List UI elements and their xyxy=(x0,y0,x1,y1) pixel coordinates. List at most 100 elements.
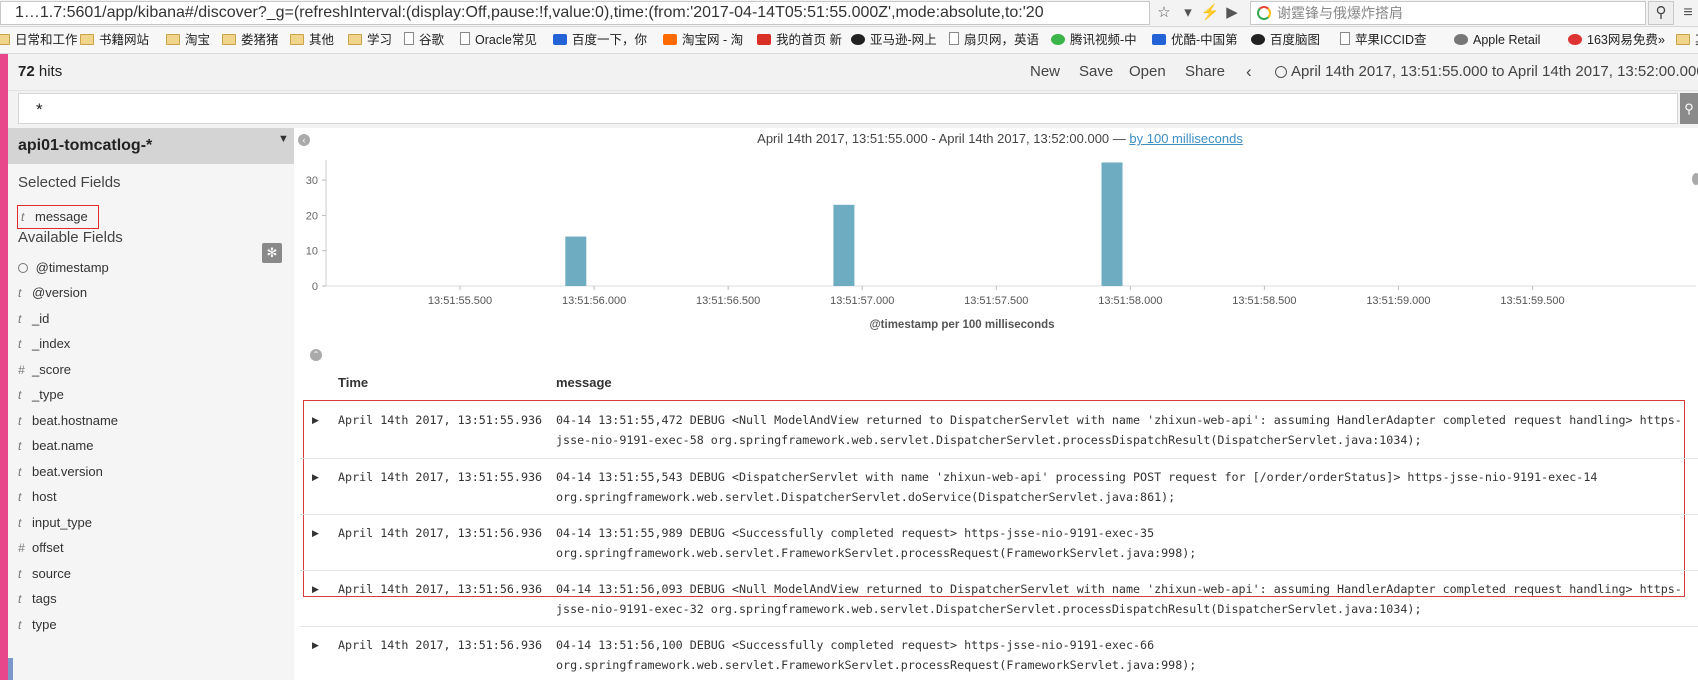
table-row[interactable]: ▶ April 14th 2017, 13:51:56.936 04-14 13:5… xyxy=(300,514,1698,571)
caret-down-icon[interactable]: ▼ xyxy=(278,129,289,149)
field-item[interactable]: t beat.version xyxy=(18,462,103,482)
bookmark-item[interactable]: 其他 xyxy=(290,27,334,53)
expand-row-icon[interactable]: ▶ xyxy=(312,582,319,596)
more-bookmarks-icon[interactable]: » xyxy=(1658,27,1665,53)
bookmark-item[interactable]: 苹果ICCID查 xyxy=(1340,27,1427,53)
sidebar-scrollbar[interactable] xyxy=(8,658,13,680)
bookmark-item[interactable]: 百度一下，你 xyxy=(553,27,647,53)
selected-field-message[interactable]: t message xyxy=(21,207,88,227)
bookmark-item[interactable]: 我的首页 新 xyxy=(757,27,842,53)
bookmark-item[interactable]: 163网易免费 xyxy=(1568,27,1658,53)
collapse-chart-icon[interactable]: ⌃ xyxy=(310,349,322,361)
row-message: 04-14 13:51:56,100 DEBUG <Successfully c… xyxy=(556,635,1686,675)
x-tick-label: 13:51:59.000 xyxy=(1366,295,1430,307)
field-item[interactable]: t @version xyxy=(18,283,87,303)
selected-fields-heading: Selected Fields xyxy=(18,174,121,191)
row-message-line: 04-14 13:51:55,543 DEBUG <DispatcherServ… xyxy=(556,470,1598,484)
field-item[interactable]: t input_type xyxy=(18,513,92,533)
field-item[interactable]: t type xyxy=(18,615,57,635)
histogram-bar xyxy=(565,236,587,286)
y-tick-label: 0 xyxy=(312,281,318,293)
time-picker[interactable]: April 14th 2017, 13:51:55.000 to April 1… xyxy=(1272,57,1698,87)
page-icon xyxy=(1340,32,1350,45)
string-type-icon: t xyxy=(18,337,22,351)
field-item[interactable]: @timestamp xyxy=(18,258,109,278)
gear-icon[interactable]: ✻ xyxy=(262,243,282,263)
row-time: April 14th 2017, 13:51:55.936 xyxy=(338,470,543,484)
row-message-line: 04-14 13:51:55,989 DEBUG <Successfully c… xyxy=(556,526,1155,540)
bookmark-item[interactable]: 淘宝网 - 淘 xyxy=(663,27,743,53)
chevron-left-icon[interactable]: ‹ xyxy=(1246,57,1252,87)
bookmark-item[interactable]: 谷歌 xyxy=(404,27,444,53)
field-item[interactable]: # _score xyxy=(18,360,71,380)
play-icon[interactable]: ▶ xyxy=(1220,2,1244,24)
row-time: April 14th 2017, 13:51:56.936 xyxy=(338,582,543,596)
bookmarks-bar: 日常和工作 书籍网站 淘宝 娄猪猪 其他 学习 谷歌 Oracle常见 百度一下… xyxy=(0,27,1698,54)
bookmark-item[interactable]: 扇贝网，英语 xyxy=(949,27,1039,53)
field-item[interactable]: t beat.name xyxy=(18,436,93,456)
query-input[interactable]: * xyxy=(18,93,1678,124)
x-tick-label: 13:51:56.000 xyxy=(562,295,626,307)
bookmark-item[interactable]: Apple Retail xyxy=(1454,27,1540,53)
table-row[interactable]: ▶ April 14th 2017, 13:51:56.936 04-14 13:5… xyxy=(300,626,1698,683)
column-header-message[interactable]: message xyxy=(556,373,612,393)
bookmark-item[interactable]: 腾讯视频-中 xyxy=(1051,27,1137,53)
table-row[interactable]: ▶ April 14th 2017, 13:51:56.936 04-14 13:5… xyxy=(300,570,1698,627)
expand-row-icon[interactable]: ▶ xyxy=(312,526,319,540)
interval-link[interactable]: by 100 milliseconds xyxy=(1129,131,1242,146)
bookmark-item[interactable]: 亚马逊-网上 xyxy=(851,27,937,53)
open-button[interactable]: Open xyxy=(1129,57,1166,87)
index-pattern-name[interactable]: api01-tomcatlog-* xyxy=(18,128,152,164)
bookmark-item[interactable]: 优酷-中国第 xyxy=(1152,27,1238,53)
chevron-down-icon[interactable]: ▾ xyxy=(1176,2,1200,24)
row-message-line: 04-14 13:51:56,100 DEBUG <Successfully c… xyxy=(556,638,1155,652)
field-item[interactable]: # offset xyxy=(18,538,64,558)
field-item[interactable]: t source xyxy=(18,564,71,584)
save-button[interactable]: Save xyxy=(1079,57,1113,87)
field-item[interactable]: t tags xyxy=(18,589,57,609)
bookmark-item[interactable]: 娄猪猪 xyxy=(222,27,279,53)
table-row[interactable]: ▶ April 14th 2017, 13:51:55.936 04-14 13:5… xyxy=(300,458,1698,515)
youku-icon xyxy=(1152,34,1166,45)
string-type-icon: t xyxy=(18,465,22,479)
bookmark-item[interactable]: 淘宝 xyxy=(166,27,210,53)
search-icon[interactable]: ⚲ xyxy=(1680,93,1698,124)
apple-icon xyxy=(1454,34,1468,45)
folder-icon xyxy=(222,34,236,45)
field-item[interactable]: t beat.hostname xyxy=(18,411,118,431)
star-icon[interactable]: ☆ xyxy=(1152,2,1176,24)
table-row[interactable]: ▶ April 14th 2017, 13:51:55.936 04-14 13:5… xyxy=(300,402,1698,458)
address-bar[interactable]: 1…1.7:5601/app/kibana#/discover?_g=(refr… xyxy=(0,1,1150,25)
field-item[interactable]: t host xyxy=(18,487,57,507)
bookmark-item[interactable]: 书籍网站 xyxy=(80,27,149,53)
page-icon xyxy=(460,32,470,45)
field-item[interactable]: t _id xyxy=(18,309,49,329)
folder-icon xyxy=(348,34,362,45)
bookmark-item[interactable]: 百度脑图 xyxy=(1251,27,1320,53)
browser-search-input[interactable]: 谢霆锋与俄爆炸搭肩 xyxy=(1250,1,1646,25)
column-header-time[interactable]: Time xyxy=(338,373,368,393)
bookmark-item[interactable]: 日常和工作 xyxy=(0,27,78,53)
share-button[interactable]: Share xyxy=(1185,57,1225,87)
expand-row-icon[interactable]: ▶ xyxy=(312,470,319,484)
search-icon[interactable]: ⚲ xyxy=(1648,1,1674,25)
folder-icon xyxy=(1676,34,1690,45)
field-item[interactable]: t _type xyxy=(18,385,64,405)
x-tick-label: 13:51:57.000 xyxy=(830,295,894,307)
lightning-icon[interactable]: ⚡ xyxy=(1198,2,1222,24)
bookmark-item[interactable]: Oracle常见 xyxy=(460,27,537,53)
row-message: 04-14 13:51:55,472 DEBUG <Null ModelAndV… xyxy=(556,410,1686,450)
expand-row-icon[interactable]: ▶ xyxy=(312,638,319,652)
string-type-icon: t xyxy=(18,618,22,632)
bookmark-item[interactable]: 学习 xyxy=(348,27,392,53)
y-tick-label: 30 xyxy=(306,175,318,187)
menu-icon[interactable]: ≡ xyxy=(1678,2,1698,24)
string-type-icon: t xyxy=(21,210,25,224)
field-item[interactable]: t _index xyxy=(18,334,70,354)
x-tick-label: 13:51:56.500 xyxy=(696,295,760,307)
expand-row-icon[interactable]: ▶ xyxy=(312,413,319,427)
bookmark-item[interactable]: 其 xyxy=(1676,27,1698,53)
new-button[interactable]: New xyxy=(1030,57,1060,87)
row-message-line: jsse-nio-9191-exec-32 org.springframewor… xyxy=(556,602,1422,616)
page-icon xyxy=(949,32,959,45)
